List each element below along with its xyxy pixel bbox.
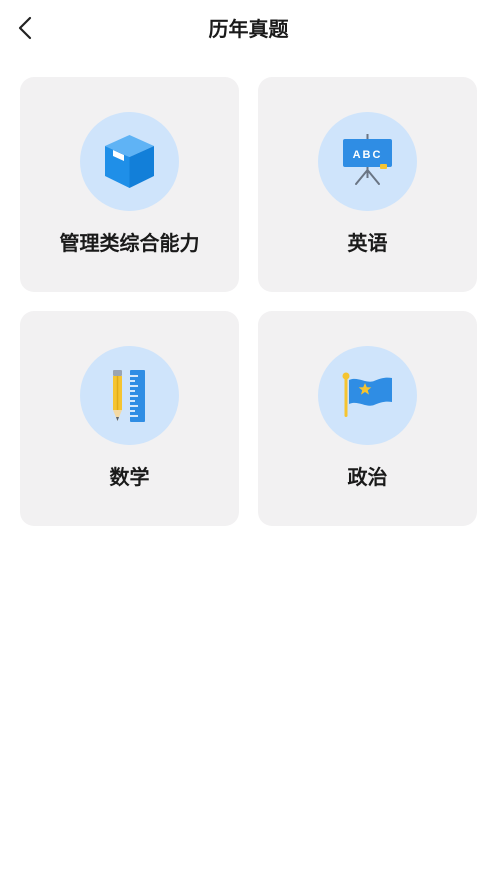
category-card-english[interactable]: ABC 英语 [258, 77, 477, 292]
header-bar: 历年真题 [0, 0, 497, 58]
cube-icon [105, 135, 154, 188]
abc-board-text: ABC [353, 149, 383, 161]
icon-circle [80, 346, 179, 445]
abc-board-icon: ABC [343, 134, 392, 185]
category-card-math[interactable]: 数学 [20, 311, 239, 526]
page-title: 历年真题 [208, 17, 289, 41]
category-card-politics[interactable]: 政治 [258, 311, 477, 526]
icon-circle [318, 346, 417, 445]
icon-circle: ABC [318, 112, 417, 211]
icon-circle [80, 112, 179, 211]
flag-icon [342, 372, 392, 417]
category-label: 英语 [347, 231, 388, 255]
category-label: 政治 [347, 465, 388, 489]
category-label: 数学 [109, 465, 150, 489]
category-card-management[interactable]: 管理类综合能力 [20, 77, 239, 292]
pencil-ruler-icon [113, 370, 145, 422]
category-label: 管理类综合能力 [59, 231, 200, 255]
